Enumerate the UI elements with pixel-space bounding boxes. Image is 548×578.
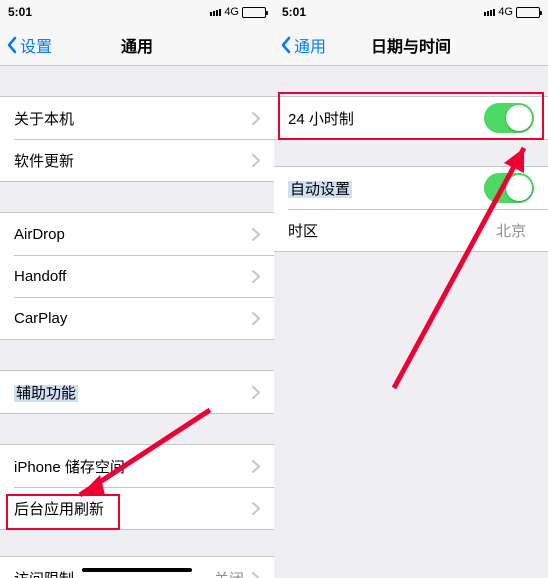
back-button[interactable]: 设置 — [6, 33, 52, 57]
row-label: 辅助功能 — [14, 382, 252, 403]
battery-icon — [242, 7, 266, 18]
row-label: 软件更新 — [14, 150, 252, 171]
toggle-auto-set[interactable] — [484, 173, 534, 203]
status-network: 4G — [224, 6, 239, 18]
row-label: iPhone 储存空间 — [14, 456, 252, 477]
chevron-right-icon — [252, 386, 260, 399]
back-label: 通用 — [294, 33, 326, 57]
row-background-refresh[interactable]: 后台应用刷新 — [0, 487, 274, 529]
row-label: AirDrop — [14, 226, 252, 243]
chevron-right-icon — [252, 460, 260, 473]
nav-bar: 设置 通用 — [0, 24, 274, 66]
chevron-left-icon — [6, 36, 17, 54]
chevron-right-icon — [252, 312, 260, 325]
signal-icon — [484, 9, 495, 16]
row-value: 北京 — [496, 220, 526, 241]
row-label: 后台应用刷新 — [14, 498, 252, 519]
row-24hour: 24 小时制 — [274, 97, 548, 139]
home-indicator — [82, 568, 192, 572]
row-storage[interactable]: iPhone 储存空间 — [0, 445, 274, 487]
chevron-left-icon — [280, 36, 291, 54]
nav-bar: 通用 日期与时间 — [274, 24, 548, 66]
status-network: 4G — [498, 6, 513, 18]
phone-right-date-time-settings: 5:01 4G 通用 日期与时间 24 小时制 自动设置 — [274, 0, 548, 578]
row-auto-set: 自动设置 — [274, 167, 548, 209]
row-handoff[interactable]: Handoff — [0, 255, 274, 297]
empty-area — [274, 252, 548, 572]
chevron-right-icon — [252, 154, 260, 167]
phone-left-general-settings: 5:01 4G 设置 通用 关于本机 软件更新 — [0, 0, 274, 578]
row-timezone[interactable]: 时区 北京 — [274, 209, 548, 251]
chevron-right-icon — [252, 228, 260, 241]
row-value: 关闭 — [214, 568, 244, 578]
chevron-right-icon — [252, 502, 260, 515]
status-bar: 5:01 4G — [0, 0, 274, 24]
row-label: 24 小时制 — [288, 108, 484, 129]
chevron-right-icon — [252, 572, 260, 578]
row-label: 关于本机 — [14, 108, 252, 129]
row-label: CarPlay — [14, 310, 252, 327]
back-button[interactable]: 通用 — [280, 33, 326, 57]
chevron-right-icon — [252, 270, 260, 283]
row-accessibility[interactable]: 辅助功能 — [0, 371, 274, 413]
row-airdrop[interactable]: AirDrop — [0, 213, 274, 255]
row-label: Handoff — [14, 268, 252, 285]
status-bar: 5:01 4G — [274, 0, 548, 24]
status-time: 5:01 — [8, 5, 32, 19]
row-software-update[interactable]: 软件更新 — [0, 139, 274, 181]
row-label: 自动设置 — [288, 178, 484, 199]
back-label: 设置 — [20, 33, 52, 57]
status-time: 5:01 — [282, 5, 306, 19]
row-label: 时区 — [288, 220, 496, 241]
toggle-24hour[interactable] — [484, 103, 534, 133]
row-carplay[interactable]: CarPlay — [0, 297, 274, 339]
chevron-right-icon — [252, 112, 260, 125]
row-about[interactable]: 关于本机 — [0, 97, 274, 139]
signal-icon — [210, 9, 221, 16]
battery-icon — [516, 7, 540, 18]
